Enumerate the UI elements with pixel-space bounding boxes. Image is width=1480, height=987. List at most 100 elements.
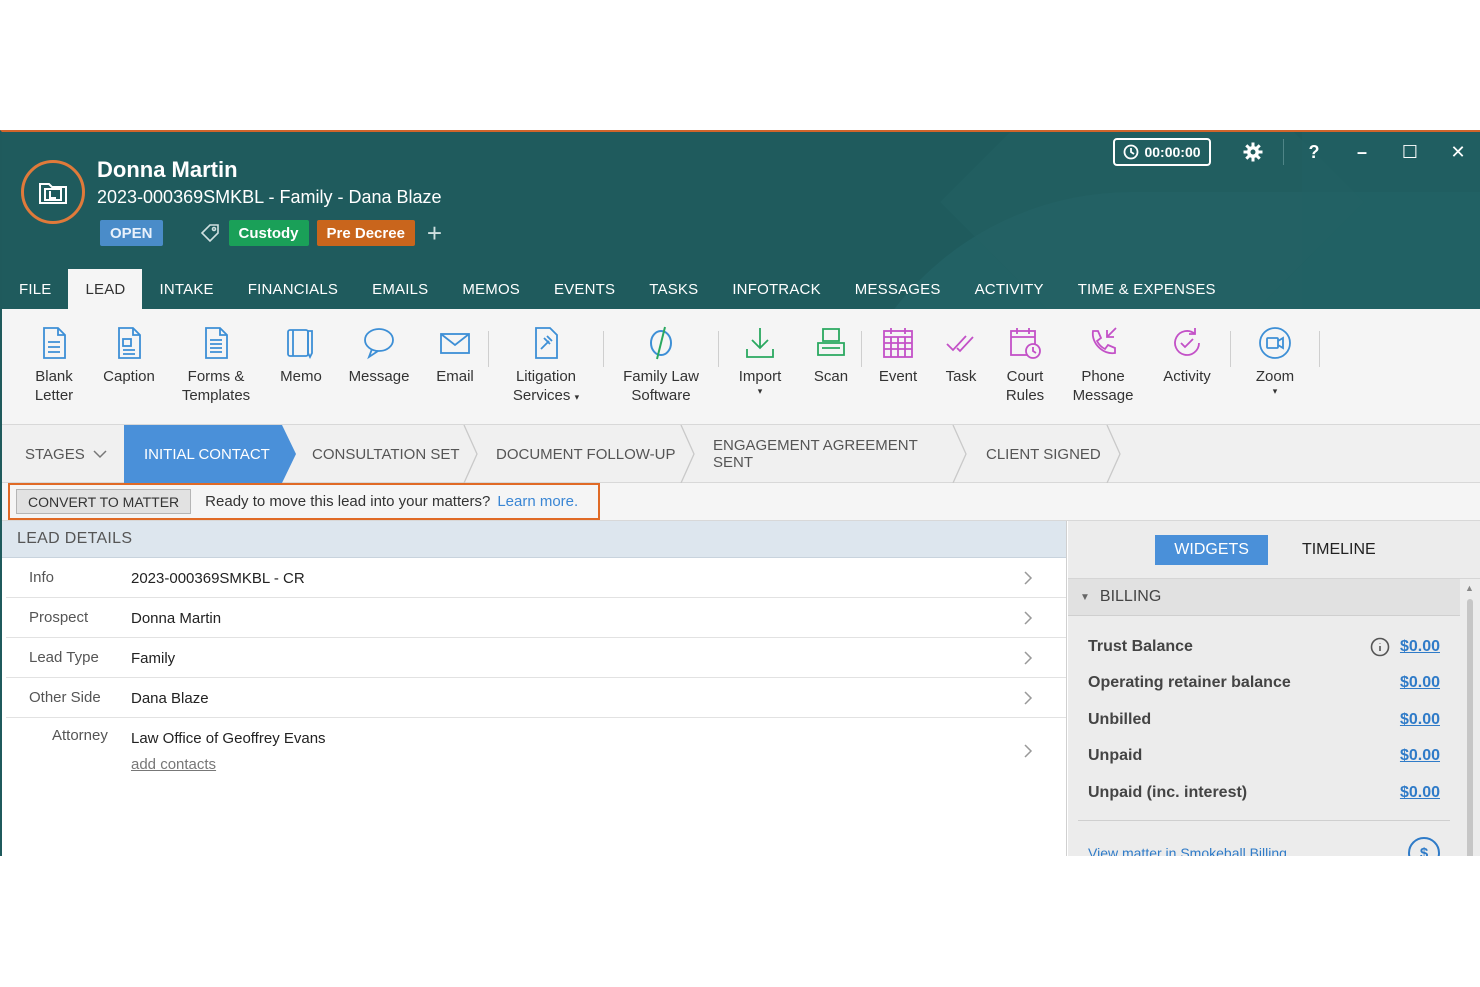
ribbon-label: Rules xyxy=(1005,387,1045,404)
scroll-up-arrow-icon[interactable]: ▲ xyxy=(1465,583,1474,593)
scanner-icon xyxy=(817,328,845,356)
detail-row-prospect[interactable]: Prospect Donna Martin xyxy=(6,598,1066,638)
timer-value: 00:00:00 xyxy=(1144,144,1201,160)
message-button[interactable]: Message xyxy=(336,309,422,424)
tab-intake[interactable]: INTAKE xyxy=(142,269,230,309)
stage-document-follow-up[interactable]: DOCUMENT FOLLOW-UP xyxy=(479,425,680,483)
billing-amount-link[interactable]: $0.00 xyxy=(1400,784,1440,802)
ribbon-label: Caption xyxy=(103,368,155,385)
stage-client-signed[interactable]: CLIENT SIGNED xyxy=(968,425,1106,483)
scrollbar-thumb[interactable] xyxy=(1467,599,1473,856)
task-button[interactable]: Task xyxy=(934,309,988,424)
convert-to-matter-button[interactable]: CONVERT TO MATTER xyxy=(16,489,192,514)
ribbon-label: Litigation xyxy=(515,368,577,385)
stages-menu[interactable]: STAGES xyxy=(2,425,124,483)
tab-file[interactable]: FILE xyxy=(2,269,68,309)
close-button[interactable]: ✕ xyxy=(1434,136,1480,168)
email-button[interactable]: Email xyxy=(422,309,488,424)
ribbon-label: Phone xyxy=(1081,368,1125,385)
settings-button[interactable] xyxy=(1229,136,1277,168)
tab-events[interactable]: EVENTS xyxy=(537,269,632,309)
ribbon-label: Zoom xyxy=(1255,368,1295,385)
tab-time-expenses[interactable]: TIME & EXPENSES xyxy=(1061,269,1233,309)
stage-arrow xyxy=(463,425,478,483)
tab-widgets[interactable]: WIDGETS xyxy=(1155,534,1268,565)
tab-lead[interactable]: LEAD xyxy=(68,269,143,309)
chevron-down-icon: ▾ xyxy=(1272,386,1278,396)
court-rules-button[interactable]: Court Rules xyxy=(988,309,1062,424)
litigation-services-button[interactable]: Litigation Services ▾ xyxy=(489,309,603,424)
chevron-down-icon: ▾ xyxy=(574,392,580,402)
info-icon[interactable] xyxy=(1370,637,1390,657)
detail-row-other-side[interactable]: Other Side Dana Blaze xyxy=(6,678,1066,718)
side-panel-scrollbar[interactable]: ▲ xyxy=(1465,583,1475,856)
tab-messages[interactable]: MESSAGES xyxy=(838,269,958,309)
gear-icon xyxy=(1243,142,1263,162)
chevron-right-icon xyxy=(1024,571,1033,585)
family-law-software-button[interactable]: Family Law Software xyxy=(604,309,718,424)
tag-icon[interactable] xyxy=(199,222,221,244)
stage-initial-contact[interactable]: INITIAL CONTACT xyxy=(124,425,282,483)
billing-section-header[interactable]: ▼ BILLING xyxy=(1068,579,1460,616)
billing-amount-link[interactable]: $0.00 xyxy=(1400,711,1440,729)
calendar-icon xyxy=(883,328,913,358)
ribbon-label: Message xyxy=(348,368,410,385)
ribbon-separator xyxy=(1319,331,1320,367)
memo-button[interactable]: Memo xyxy=(266,309,336,424)
tab-timeline[interactable]: TIMELINE xyxy=(1283,535,1395,565)
ribbon-label: Blank xyxy=(35,368,73,385)
learn-more-link[interactable]: Learn more. xyxy=(497,493,578,510)
blank-letter-button[interactable]: Blank Letter xyxy=(16,309,92,424)
maximize-button[interactable]: ☐ xyxy=(1386,136,1434,168)
window-separator xyxy=(1283,139,1284,165)
caption-button[interactable]: Caption xyxy=(92,309,166,424)
tag-pre-decree[interactable]: Pre Decree xyxy=(316,220,415,246)
tab-emails[interactable]: EMAILS xyxy=(355,269,445,309)
timer-button[interactable]: 00:00:00 xyxy=(1113,138,1211,166)
detail-row-attorney[interactable]: Attorney Law Office of Geoffrey Evans ad… xyxy=(6,718,1066,784)
forms-templates-button[interactable]: Forms & Templates xyxy=(166,309,266,424)
view-in-billing-link[interactable]: View matter in Smokeball Billing xyxy=(1088,845,1287,856)
tab-tasks[interactable]: TASKS xyxy=(632,269,715,309)
convert-to-matter-banner: CONVERT TO MATTER Ready to move this lea… xyxy=(8,483,600,520)
billing-heading: BILLING xyxy=(1099,588,1162,605)
tab-financials[interactable]: FINANCIALS xyxy=(231,269,355,309)
stages-bar: STAGES INITIAL CONTACT CONSULTATION SET … xyxy=(2,425,1480,483)
ribbon-label: Scan xyxy=(813,368,849,385)
stage-consultation-set[interactable]: CONSULTATION SET xyxy=(298,425,463,483)
stage-engagement-agreement-sent[interactable]: ENGAGEMENT AGREEMENT SENT xyxy=(696,425,952,483)
status-badge[interactable]: OPEN xyxy=(100,220,163,246)
import-button[interactable]: Import ▾ xyxy=(719,309,801,424)
tab-activity[interactable]: ACTIVITY xyxy=(958,269,1061,309)
ribbon-toolbar: Blank Letter Caption Forms & Templates M… xyxy=(2,309,1480,425)
detail-label: Other Side xyxy=(29,689,101,706)
event-button[interactable]: Event xyxy=(862,309,934,424)
add-tag-plus-icon[interactable]: + xyxy=(427,220,442,246)
scan-button[interactable]: Scan xyxy=(801,309,861,424)
ribbon-label: Memo xyxy=(280,368,322,385)
convert-prompt-text: Ready to move this lead into your matter… xyxy=(205,493,491,510)
tab-memos[interactable]: MEMOS xyxy=(445,269,537,309)
help-button[interactable]: ? xyxy=(1290,136,1338,168)
billing-label: Unpaid (inc. interest) xyxy=(1088,784,1248,801)
billing-divider xyxy=(1078,820,1450,821)
detail-row-info[interactable]: Info 2023-000369SMKBL - CR xyxy=(6,558,1066,598)
tag-custody[interactable]: Custody xyxy=(228,220,309,246)
billing-amount-link[interactable]: $0.00 xyxy=(1400,638,1440,656)
tab-infotrack[interactable]: INFOTRACK xyxy=(715,269,837,309)
ribbon-label: Email xyxy=(436,368,474,385)
detail-value: Donna Martin xyxy=(131,610,222,627)
zoom-button[interactable]: Zoom ▾ xyxy=(1231,309,1319,424)
detail-row-lead-type[interactable]: Lead Type Family xyxy=(6,638,1066,678)
minimize-button[interactable]: – xyxy=(1338,136,1386,168)
window-controls: 00:00:00 ? – ☐ ✕ xyxy=(1113,136,1480,168)
calendar-clock-icon xyxy=(1010,328,1041,359)
phone-message-button[interactable]: Phone Message xyxy=(1062,309,1144,424)
activity-button[interactable]: Activity xyxy=(1144,309,1230,424)
billing-amount-link[interactable]: $0.00 xyxy=(1400,747,1440,765)
chevron-right-icon xyxy=(1024,691,1033,705)
billing-amount-link[interactable]: $0.00 xyxy=(1400,674,1440,692)
add-contacts-link[interactable]: add contacts xyxy=(131,756,216,773)
dollar-icon[interactable]: $ xyxy=(1408,837,1440,856)
billing-label: Trust Balance xyxy=(1088,638,1193,655)
